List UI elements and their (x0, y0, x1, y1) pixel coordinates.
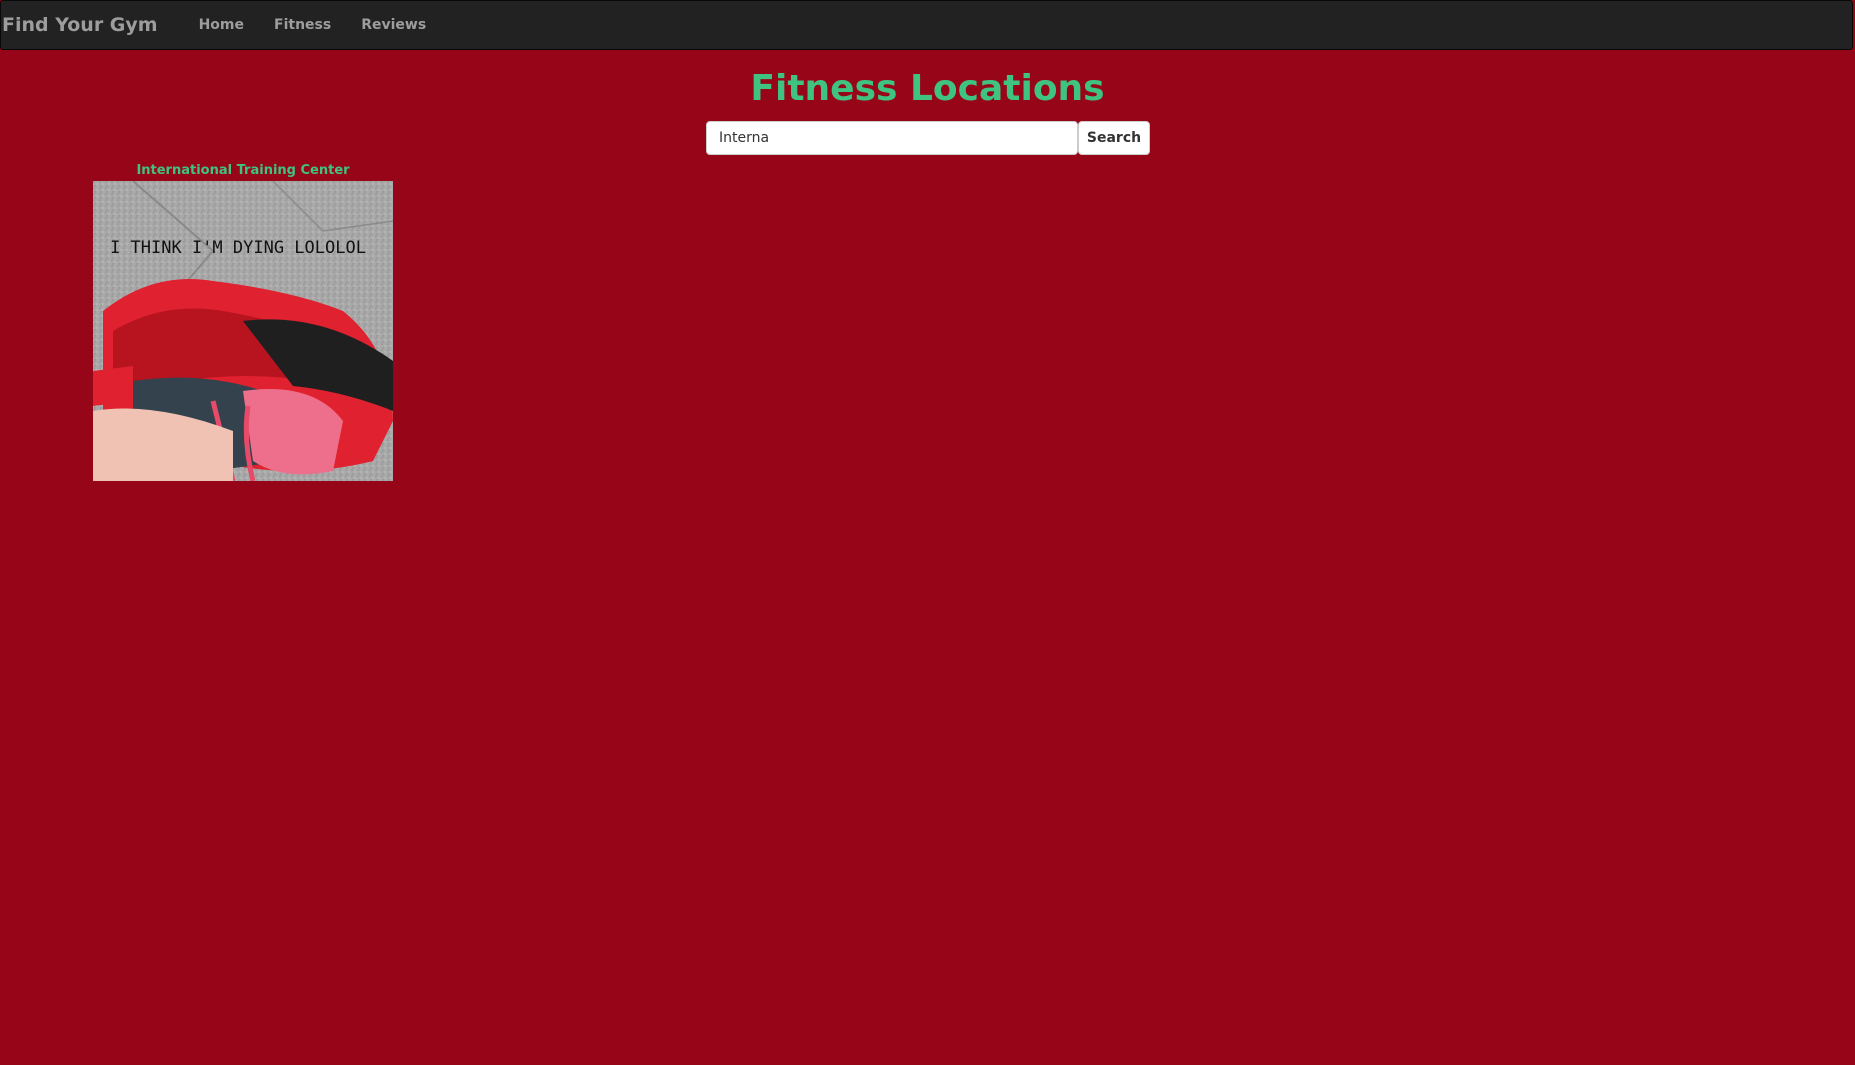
nav-link-fitness[interactable]: Fitness (259, 17, 346, 33)
search-input[interactable] (706, 121, 1078, 155)
result-title[interactable]: International Training Center (93, 161, 393, 181)
result-card[interactable]: International Training Center I THINK I'… (93, 161, 393, 481)
result-image[interactable]: I THINK I'M DYING LOLOLOL (93, 181, 393, 481)
image-caption: I THINK I'M DYING LOLOLOL (110, 238, 366, 258)
page-title: Fitness Locations (750, 68, 1105, 109)
search-button[interactable]: Search (1078, 121, 1150, 155)
top-navbar: Find Your Gym Home Fitness Reviews (0, 0, 1853, 50)
search-form: Search (706, 121, 1150, 155)
brand-link[interactable]: Find Your Gym (1, 14, 158, 36)
nav-link-reviews[interactable]: Reviews (346, 17, 441, 33)
nav-links: Home Fitness Reviews (184, 17, 442, 33)
nav-link-home[interactable]: Home (184, 17, 259, 33)
